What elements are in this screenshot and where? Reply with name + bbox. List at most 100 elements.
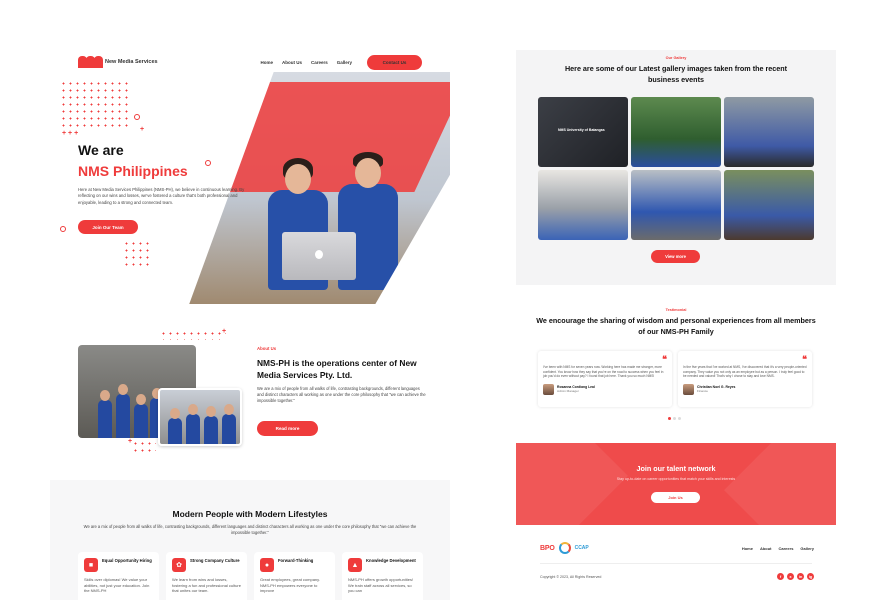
author-role: Admin Manager: [557, 389, 579, 394]
gallery-image[interactable]: [631, 170, 721, 240]
laptop-image: [282, 232, 356, 280]
twitter-icon[interactable]: x: [787, 573, 794, 580]
testimonial-tag: Testimonial: [665, 308, 687, 312]
gallery-grid: NMS University of Batangas: [538, 97, 814, 240]
about-description: We are a mix of people from all walks of…: [257, 386, 426, 403]
nav-home[interactable]: Home: [260, 60, 273, 65]
nav-gallery[interactable]: Gallery: [337, 60, 352, 65]
talent-section: Join our talent network Stay up-to-date …: [516, 443, 836, 525]
about-title: NMS-PH is the operations center of New M…: [257, 358, 417, 380]
gallery-image[interactable]: [631, 97, 721, 167]
gallery-image[interactable]: [724, 170, 814, 240]
join-us-button[interactable]: Join Us: [651, 492, 700, 503]
testimonial-card: ❝ In the five years that I've worked at …: [678, 351, 812, 407]
instagram-icon[interactable]: ig: [807, 573, 814, 580]
ccap-logo: CCAP: [574, 545, 589, 551]
footer-links: Home About Careers Gallery: [742, 546, 814, 551]
dot-pattern: [132, 440, 156, 456]
briefcase-icon: ■: [84, 558, 98, 572]
card-title: Forward-Thinking: [278, 558, 314, 563]
ring-decor-icon: [60, 226, 66, 232]
footer-link-careers[interactable]: Careers: [779, 546, 794, 551]
read-more-button[interactable]: Read more: [257, 421, 318, 436]
footer-link-about[interactable]: About: [760, 546, 772, 551]
card-description: NMS-PH offers growth opportunities! We t…: [348, 577, 414, 594]
testimonial-section: Testimonial We encourage the sharing of …: [516, 295, 836, 435]
testimonial-title: We encourage the sharing of wisdom and p…: [536, 316, 816, 336]
talent-title: Join our talent network: [636, 464, 716, 473]
testimonial-author: Rosanna Cordiang Leal Admin Manager: [543, 383, 667, 395]
partner-logos: BPO CCAP: [540, 542, 589, 554]
feature-card: ● Forward-Thinking Great employees, great…: [254, 552, 335, 600]
paw-icon: ✿: [172, 558, 186, 572]
hero-subtitle: NMS Philippines: [78, 163, 188, 179]
feature-card: ✿ Strong Company Culture We learn from wi…: [166, 552, 247, 600]
modern-title: Modern People with Modern Lifestyles: [172, 509, 328, 519]
nav-links: Home About Us Careers Gallery Contact Us: [260, 54, 422, 70]
testimonial-text: In the five years that I've worked at NM…: [683, 365, 807, 379]
quote-icon: ❝: [662, 354, 667, 364]
logo[interactable]: New Media Services: [78, 56, 158, 68]
plus-decor-icon: + + +: [62, 130, 79, 137]
facebook-icon[interactable]: f: [777, 573, 784, 580]
footer-link-home[interactable]: Home: [742, 546, 753, 551]
ring-decor-icon: [205, 160, 211, 166]
card-description: Great employees, great company. NMS-PH e…: [260, 577, 320, 594]
hero-title: We are: [78, 142, 124, 158]
plus-decor-icon: +: [222, 328, 227, 335]
brand-name: New Media Services: [105, 59, 158, 65]
avatar: [683, 383, 694, 395]
card-description: We learn from wins and losses, fostering…: [172, 577, 241, 594]
graduation-icon: ▲: [348, 558, 362, 572]
contact-button[interactable]: Contact Us: [367, 54, 422, 70]
footer-divider: [540, 563, 812, 564]
card-title: Knowledge Development: [366, 558, 416, 563]
navbar: New Media Services Home About Us Careers…: [78, 53, 422, 71]
view-more-button[interactable]: View more: [651, 250, 700, 263]
footer-link-gallery[interactable]: Gallery: [800, 546, 814, 551]
author-role: Finance: [697, 389, 709, 394]
gallery-image[interactable]: [538, 170, 628, 240]
feature-card: ▲ Knowledge Development NMS-PH offers gro…: [342, 552, 423, 600]
quote-icon: ❝: [802, 354, 807, 364]
feature-card: ■ Equal Opportunity Hiring Skills over di…: [78, 552, 159, 600]
gallery-image[interactable]: [724, 97, 814, 167]
brain-icon: ●: [260, 558, 274, 572]
card-title: Equal Opportunity Hiring: [102, 558, 152, 563]
testimonial-card: ❝ I've been with NMS for seven years now…: [538, 351, 672, 407]
card-description: Skills over diplomas! We value your abil…: [84, 577, 150, 594]
about-tag: About Us: [257, 346, 277, 351]
ccap-logo-icon: [558, 542, 571, 554]
hero-description: Here at New Media Services Philippines (…: [78, 187, 245, 205]
copyright-text: Copyright © 2023, All Rights Reserved: [540, 575, 602, 579]
modern-section: Modern People with Modern Lifestyles We …: [50, 480, 450, 600]
talent-description: Stay up-to-date on career opportunities …: [616, 477, 736, 481]
footer: BPO CCAP Home About Careers Gallery Copy…: [516, 532, 836, 600]
dot-pattern: [60, 80, 132, 128]
testimonial-author: Christian Noel G. Reyes Finance: [683, 383, 807, 395]
gallery-tag: Our Gallery: [665, 56, 687, 60]
plus-decor-icon: +: [140, 126, 145, 133]
gallery-title: Here are some of our Latest gallery imag…: [564, 64, 788, 84]
feature-cards: ■ Equal Opportunity Hiring Skills over di…: [78, 552, 423, 600]
nms-logo-icon: [78, 56, 103, 68]
about-group-photo: [158, 388, 242, 446]
homepage-right: Our Gallery Here are some of our Latest …: [516, 50, 836, 600]
avatar: [543, 383, 554, 395]
social-icons: f x in ig: [777, 573, 814, 580]
gallery-image[interactable]: NMS University of Batangas: [538, 97, 628, 167]
ring-decor-icon: [134, 114, 140, 120]
card-title: Strong Company Culture: [190, 558, 240, 563]
join-team-button[interactable]: Join Our Team: [78, 220, 138, 234]
nav-about[interactable]: About Us: [282, 60, 302, 65]
testimonial-text: I've been with NMS for seven years now. …: [543, 365, 664, 379]
linkedin-icon[interactable]: in: [797, 573, 804, 580]
dot-pattern: [123, 240, 153, 270]
carousel-dots[interactable]: [668, 417, 681, 420]
gallery-caption: NMS University of Batangas: [558, 128, 605, 132]
dot-pattern: [160, 330, 226, 340]
nav-careers[interactable]: Careers: [311, 60, 328, 65]
homepage-left: New Media Services Home About Us Careers…: [50, 40, 450, 600]
bpo-logo: BPO: [540, 544, 555, 552]
gallery-section: Our Gallery Here are some of our Latest …: [516, 50, 836, 285]
